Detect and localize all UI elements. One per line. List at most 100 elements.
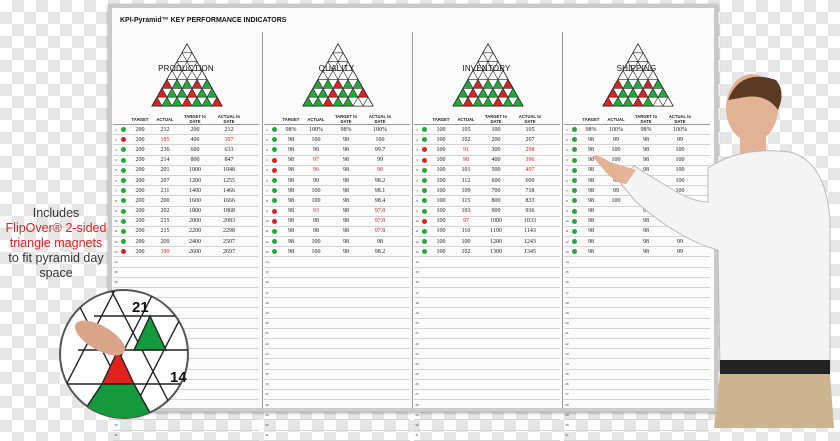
table-row: 3 100 91 300 298: [414, 145, 560, 156]
status-dot: [572, 218, 577, 224]
day-number: 16: [265, 280, 269, 285]
callout-line1: Includes: [32, 206, 80, 220]
table-cell: 96: [313, 167, 319, 174]
table-cell: 1048: [223, 167, 235, 174]
table-row: 27: [264, 390, 410, 401]
status-dot: [272, 361, 277, 366]
day-number: 28: [265, 402, 269, 407]
day-number: 8: [566, 198, 568, 203]
table-cell: 1345: [524, 248, 536, 255]
day-number: 15: [415, 270, 419, 275]
day-number: 4: [115, 158, 117, 163]
day-number: 9: [566, 209, 568, 214]
status-dot: [272, 137, 277, 143]
table-row: 21: [264, 329, 410, 339]
table-row: 11 100 110 1100 1143: [414, 227, 560, 238]
table-cell: 98: [313, 218, 319, 225]
table-row: 13 100 102 1300 1345: [414, 247, 560, 258]
table-cell: 98: [313, 228, 319, 235]
status-dot: [572, 402, 577, 407]
table-cell: 102: [461, 136, 471, 143]
day-number: 1: [416, 127, 418, 132]
table-row: 7 200 211 1400 1466: [113, 186, 259, 197]
table-cell: 201: [160, 167, 170, 174]
pyramid-graphic: [302, 42, 374, 107]
day-number: 13: [114, 249, 118, 254]
table-row: 24: [414, 359, 560, 370]
day-number: 4: [266, 158, 268, 163]
day-number: 18: [565, 300, 569, 305]
status-dot: [422, 137, 427, 143]
status-dot: [422, 402, 427, 407]
table-cell: 1400: [189, 187, 201, 194]
day-number: 30: [114, 423, 118, 428]
day-number: 26: [565, 382, 569, 387]
table-row: 17: [414, 288, 560, 299]
day-number: 25: [415, 372, 419, 377]
table-cell: 99: [313, 146, 319, 153]
status-dot: [422, 310, 427, 315]
table-row: 8 100 115 800 833: [414, 196, 560, 207]
day-number: 9: [266, 209, 268, 214]
table-row: 14: [414, 257, 560, 268]
status-dot: [422, 239, 427, 245]
table-cell: 100: [311, 248, 321, 255]
status-dot: [422, 423, 427, 428]
magnet-number-top: 21: [132, 299, 149, 316]
status-dot: [422, 178, 427, 184]
table-row: 30: [264, 420, 410, 431]
status-dot: [572, 188, 577, 194]
status-dot: [422, 157, 427, 163]
status-dot: [272, 392, 277, 397]
table-cell: 98: [288, 136, 294, 143]
table-cell: 718: [525, 187, 535, 194]
table-row: 6 98 99 98 98.2: [264, 176, 410, 187]
table-row: 3 98 99 98 99.7: [264, 145, 410, 156]
table-row: 10 98 98 98 97.8: [264, 217, 410, 227]
status-dot: [272, 300, 277, 305]
day-number: 23: [265, 351, 269, 356]
day-number: 24: [415, 361, 419, 366]
day-number: 3: [566, 147, 568, 152]
table-row: 4 200 214 800 847: [113, 156, 259, 166]
table-row: 6 100 112 600 609: [414, 176, 560, 187]
table-cell: 1300: [490, 248, 502, 255]
table-row: 19: [414, 308, 560, 319]
status-dot: [572, 270, 577, 275]
table-cell: 800: [491, 197, 501, 204]
column-header: ACTUAL: [307, 116, 325, 122]
table-row: 7 100 109 700 718: [414, 186, 560, 197]
callout-line3: to fit pyramid day space: [8, 251, 104, 280]
day-number: 7: [566, 188, 568, 193]
table-cell: 200: [135, 177, 145, 184]
table-cell: 100: [436, 126, 446, 133]
day-number: 25: [265, 372, 269, 377]
status-dot: [422, 341, 427, 346]
status-dot: [572, 280, 577, 285]
day-number: 26: [415, 382, 419, 387]
day-number: 20: [415, 321, 419, 326]
table-cell: 209: [160, 238, 170, 245]
table-cell: 100: [436, 228, 446, 235]
table-cell: 98: [343, 228, 349, 235]
column-header: ACTUAL: [156, 116, 174, 122]
table-row: 5 200 201 1000 1048: [113, 166, 259, 176]
table-cell: 1800: [189, 208, 201, 215]
table-row: 20: [414, 319, 560, 329]
status-dot: [422, 382, 427, 387]
day-number: 5: [566, 168, 568, 173]
table-cell: 2400: [189, 238, 201, 245]
table-cell: 99: [313, 177, 319, 184]
kpi-panel-quality: QUALITY TARGET ACTUAL TARGET to DATE ACTUAL …: [262, 32, 410, 441]
day-number: 18: [415, 300, 419, 305]
table-row: 23: [414, 349, 560, 360]
day-number: 5: [115, 168, 117, 173]
table-cell: 200: [491, 136, 501, 143]
day-number: 2: [266, 137, 268, 142]
status-dot: [422, 372, 427, 377]
status-dot: [572, 157, 577, 163]
status-dot: [572, 290, 577, 295]
table-row: 12 98 100 98 98: [264, 237, 410, 248]
status-dot: [272, 218, 277, 224]
table-row: 29: [414, 410, 560, 421]
